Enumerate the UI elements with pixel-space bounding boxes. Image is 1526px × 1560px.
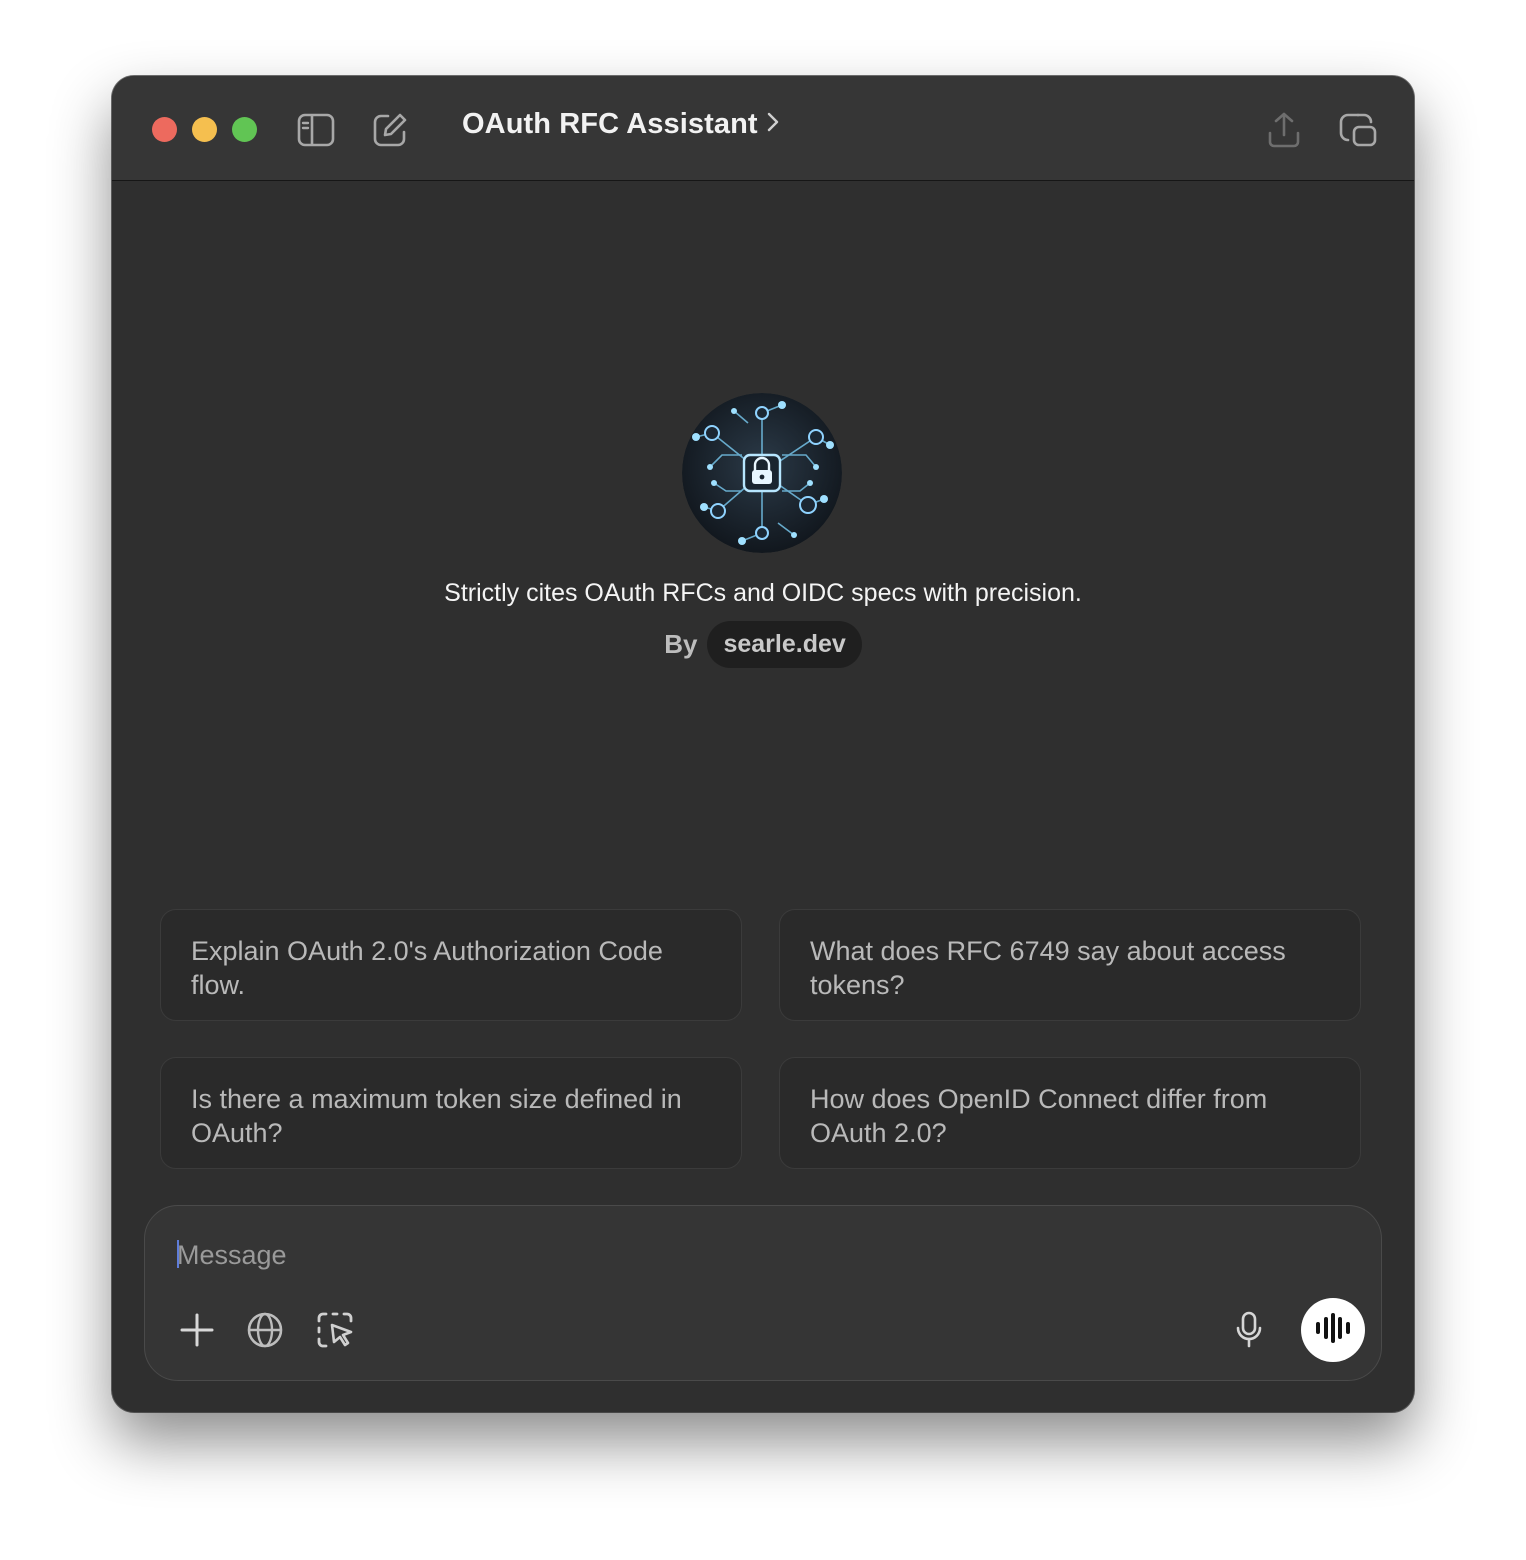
sidebar-toggle-icon[interactable] bbox=[296, 110, 336, 150]
suggestion-card[interactable]: How does OpenID Connect differ from OAut… bbox=[779, 1057, 1361, 1169]
minimize-window-button[interactable] bbox=[192, 117, 217, 142]
zoom-window-button[interactable] bbox=[232, 117, 257, 142]
by-label: By bbox=[664, 629, 698, 659]
chevron-right-icon bbox=[766, 110, 780, 139]
chat-content: Strictly cites OAuth RFCs and OIDC specs… bbox=[112, 181, 1414, 1412]
suggestion-card[interactable]: Explain OAuth 2.0's Authorization Code f… bbox=[160, 909, 742, 1021]
window-title: OAuth RFC Assistant bbox=[462, 108, 758, 140]
message-input[interactable] bbox=[175, 1234, 1179, 1276]
voice-waveform-icon bbox=[1314, 1312, 1352, 1348]
app-window: OAuth RFC Assistant Strictly cites OAuth… bbox=[112, 76, 1414, 1412]
author-link[interactable]: searle.dev bbox=[707, 621, 862, 668]
voice-mode-button[interactable] bbox=[1301, 1298, 1365, 1362]
new-window-icon[interactable] bbox=[1338, 110, 1378, 150]
circuit-lock-icon bbox=[682, 393, 842, 553]
share-icon[interactable] bbox=[1264, 110, 1304, 150]
titlebar: OAuth RFC Assistant bbox=[112, 76, 1414, 181]
close-window-button[interactable] bbox=[152, 117, 177, 142]
message-composer bbox=[144, 1205, 1382, 1381]
suggestion-card[interactable]: Is there a maximum token size defined in… bbox=[160, 1057, 742, 1169]
plus-icon[interactable] bbox=[175, 1308, 219, 1352]
new-chat-icon[interactable] bbox=[370, 110, 410, 150]
microphone-icon[interactable] bbox=[1227, 1308, 1271, 1352]
gpt-byline: By searle.dev bbox=[112, 621, 1414, 668]
screen-select-icon[interactable] bbox=[313, 1308, 357, 1352]
suggestion-card[interactable]: What does RFC 6749 say about access toke… bbox=[779, 909, 1361, 1021]
gpt-title-menu[interactable]: OAuth RFC Assistant bbox=[462, 108, 780, 141]
globe-icon[interactable] bbox=[243, 1308, 287, 1352]
gpt-description: Strictly cites OAuth RFCs and OIDC specs… bbox=[444, 579, 1082, 607]
